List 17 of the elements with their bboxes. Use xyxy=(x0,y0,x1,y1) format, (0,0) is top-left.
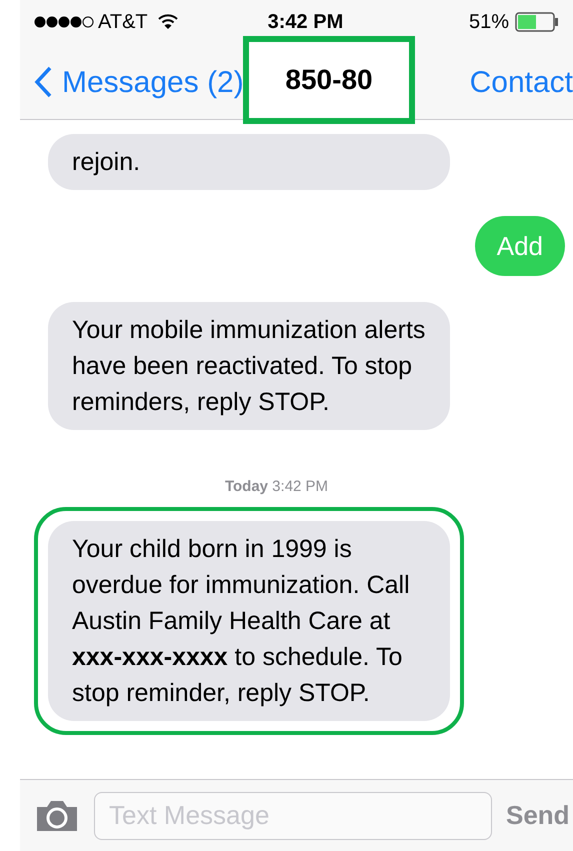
conversation-title: 850-80 xyxy=(285,63,373,97)
carrier-name: AT&T xyxy=(98,10,148,35)
battery-icon xyxy=(515,12,559,32)
message-text: Your child born in 1999 is overdue for immunization. Call Austin Family Health Care at xxx-xxx-xxxx to schedule. To stop reminder, reply STOP. xyxy=(72,534,410,706)
message-text: Add xyxy=(496,231,543,261)
back-button[interactable]: Messages (2) xyxy=(34,60,244,104)
camera-icon[interactable] xyxy=(34,798,80,832)
send-button[interactable]: Send xyxy=(506,796,570,835)
wifi-icon xyxy=(158,14,178,30)
contact-button[interactable]: Contact xyxy=(470,60,573,104)
message-text: rejoin. xyxy=(72,148,140,176)
signal-icon xyxy=(34,16,94,28)
clock-time: 3:42 PM xyxy=(268,10,344,35)
message-text: Your mobile immunization alerts have been reactivated. To stop reminders, reply STOP. xyxy=(72,316,426,416)
back-chevron-icon xyxy=(34,66,52,98)
battery-percentage: 51% xyxy=(468,10,509,35)
timestamp: Today 3:42 PM xyxy=(224,478,328,495)
